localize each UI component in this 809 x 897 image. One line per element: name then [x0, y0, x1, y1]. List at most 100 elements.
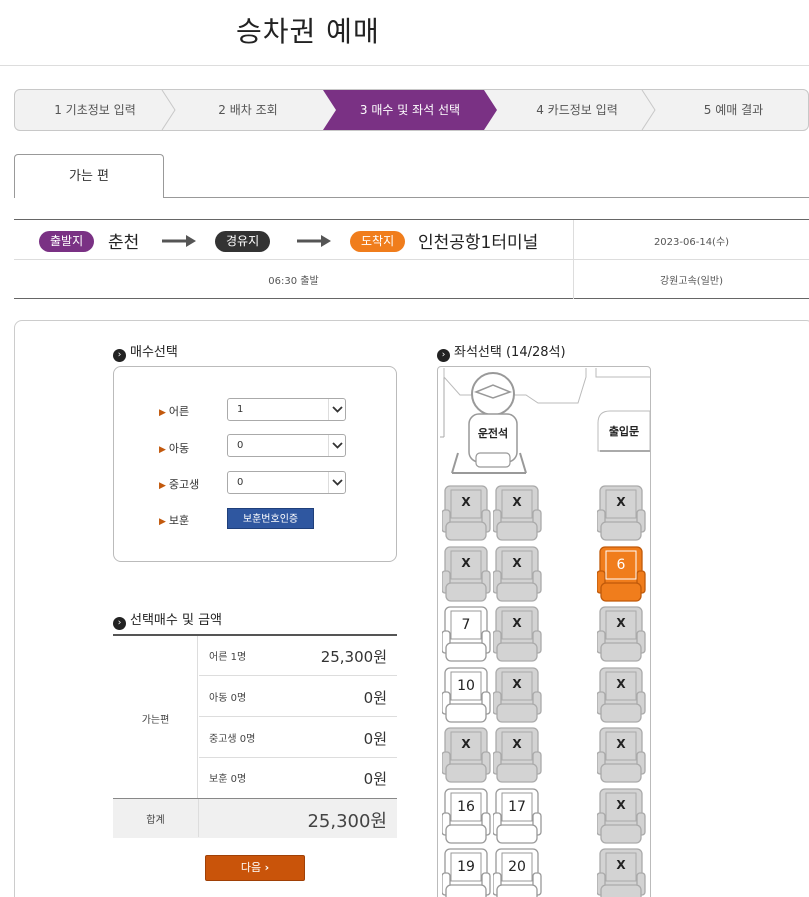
seat-taken: X	[492, 605, 543, 663]
seat-icon	[492, 606, 542, 662]
seat-16[interactable]: 16	[441, 787, 492, 845]
step-4: 4 카드정보 입력	[536, 103, 618, 117]
price-row: 보훈 0명 0원	[209, 770, 387, 788]
seat-taken: X	[441, 484, 492, 542]
seat-label: X	[461, 495, 471, 509]
seat-taken: X	[596, 666, 647, 724]
seat-icon	[492, 788, 542, 844]
chevron-right-icon: ›	[264, 861, 270, 874]
seat-label: 16	[457, 799, 475, 815]
seat-taken: X	[492, 484, 543, 542]
total-value: 25,300원	[307, 811, 387, 832]
bus-seat-map: 운전석 출입문 X X X X X 6 7 X X 10 X X X X X 16 17 X 19 20 X	[437, 366, 651, 897]
seat-label: X	[512, 616, 522, 630]
seat-label: X	[461, 556, 471, 570]
price-total-row: 합계 25,300원	[113, 798, 397, 838]
chevron-down-icon	[332, 442, 343, 449]
seat-label: X	[461, 737, 471, 751]
seat-label: X	[512, 737, 522, 751]
seat-label: 10	[457, 678, 475, 694]
child-label: ▶ 아동	[159, 442, 190, 455]
seat-icon	[441, 667, 491, 723]
page-title: 승차권 예매	[236, 15, 380, 48]
student-label: ▶ 중고생	[159, 478, 200, 491]
door-label: 출입문	[608, 425, 640, 438]
arrival-city: 인천공항1터미널	[418, 233, 539, 253]
price-row: 중고생 0명 0원	[199, 718, 397, 758]
seat-10[interactable]: 10	[441, 666, 492, 724]
seat-section-header: › 좌석선택 (14/28석)	[437, 341, 566, 362]
seat-taken: X	[596, 484, 647, 542]
price-section-header: › 선택매수 및 금액	[113, 609, 222, 630]
triangle-right-icon: ▶	[159, 481, 166, 491]
driver-seat-label: 운전석	[477, 427, 509, 440]
seat-label: X	[616, 798, 626, 812]
veteran-verify-button[interactable]: 보훈번호인증	[227, 508, 314, 529]
price-row: 아동 0명 0원	[199, 677, 397, 717]
departure-time: 06:30 출발	[268, 276, 319, 287]
seat-label: X	[616, 858, 626, 872]
seat-label: 19	[457, 859, 475, 875]
seat-taken: X	[441, 726, 492, 784]
seat-icon	[441, 546, 491, 602]
seat-icon	[596, 788, 646, 844]
seat-icon	[441, 606, 491, 662]
seat-label: 7	[461, 617, 471, 633]
departure-city: 춘천	[108, 233, 140, 253]
triangle-right-icon: ▶	[159, 445, 166, 455]
direction-cell: 가는편	[113, 636, 198, 798]
chevron-down-icon	[332, 406, 343, 413]
seat-label: 20	[508, 859, 526, 875]
seat-taken: X	[596, 847, 647, 897]
seat-20[interactable]: 20	[492, 847, 543, 897]
seat-17[interactable]: 17	[492, 787, 543, 845]
seat-label: X	[512, 556, 522, 570]
count-select-box	[113, 366, 397, 562]
bus-company: 강원고속(일반)	[659, 276, 723, 287]
seat-icon	[492, 546, 542, 602]
via-badge: 경유지	[215, 231, 271, 252]
student-count-select[interactable]: 0	[227, 471, 346, 494]
seat-label: X	[512, 677, 522, 691]
adult-count-select[interactable]: 1	[227, 398, 346, 421]
child-count-select[interactable]: 0	[227, 434, 346, 457]
direction-label: 가는편	[141, 715, 170, 726]
seat-label: X	[616, 737, 626, 751]
count-section-header: › 매수선택	[113, 341, 178, 362]
seat-7[interactable]: 7	[441, 605, 492, 663]
tab-baseline	[163, 197, 809, 198]
price-section-title: 선택매수 및 금액	[130, 613, 222, 628]
route-column-divider	[573, 220, 574, 299]
departure-date: 2023-06-14(수)	[653, 237, 730, 248]
step-5: 5 예매 결과	[703, 103, 764, 117]
seat-taken: X	[596, 726, 647, 784]
seat-icon	[596, 727, 646, 783]
seat-icon	[596, 848, 646, 897]
chevron-right-icon: ›	[113, 349, 126, 362]
next-button[interactable]: 다음 ›	[205, 855, 305, 881]
step-1: 1 기초정보 입력	[54, 103, 136, 117]
step-progress-bar: 1 기초정보 입력 2 배차 조회 3 매수 및 좌석 선택 4 카드정보 입력…	[14, 89, 809, 131]
seat-taken: X	[596, 605, 647, 663]
departure-badge: 출발지	[39, 231, 95, 252]
chevron-down-icon	[332, 479, 343, 486]
veteran-label: ▶ 보훈	[159, 514, 190, 527]
seat-6[interactable]: 6	[596, 545, 647, 603]
seat-label: X	[616, 495, 626, 509]
seat-icon	[492, 727, 542, 783]
chevron-right-icon: ›	[113, 617, 126, 630]
seat-section-title: 좌석선택 (14/28석)	[454, 345, 566, 360]
price-row: 어른 1명 25,300원	[199, 636, 397, 676]
seat-taken: X	[441, 545, 492, 603]
seat-icon	[492, 485, 542, 541]
seat-19[interactable]: 19	[441, 847, 492, 897]
page: 승차권 예매 1 기초정보 입력 2 배차 조회 3 매수 및 좌석 선택 4 …	[0, 0, 809, 897]
seat-icon	[596, 606, 646, 662]
step-2: 2 배차 조회	[218, 103, 278, 117]
seat-label: X	[616, 677, 626, 691]
seat-taken: X	[596, 787, 647, 845]
tab-outbound[interactable]: 가는 편	[14, 154, 164, 198]
seat-taken: X	[492, 666, 543, 724]
seat-icon	[492, 667, 542, 723]
seat-icon	[596, 546, 646, 602]
